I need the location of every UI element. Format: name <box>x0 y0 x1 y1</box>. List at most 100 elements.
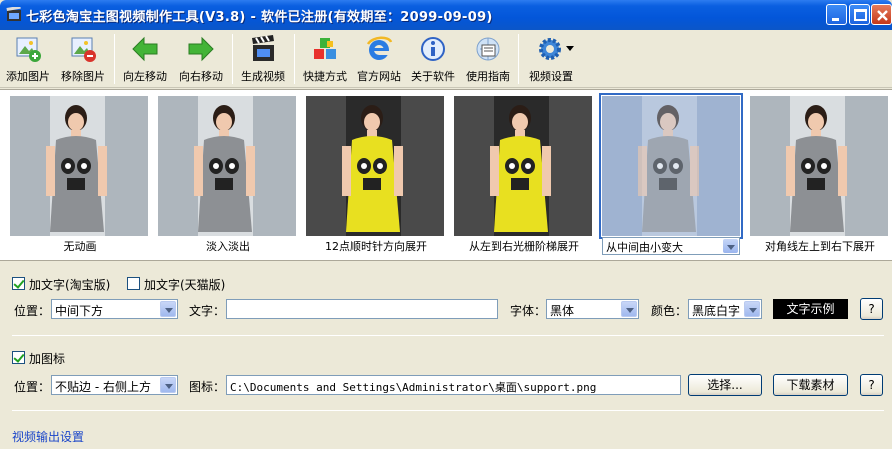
thumbnail-image[interactable] <box>750 96 888 236</box>
toolbar-separator <box>114 34 115 84</box>
add-icon-checkbox[interactable] <box>12 351 25 364</box>
generate-video-button[interactable]: 生成视频 <box>236 32 290 86</box>
add-text-tmall-checkbox[interactable] <box>127 277 140 290</box>
cubes-icon <box>314 38 336 59</box>
thumbnail-caption: 从左到右光栅阶梯展开 <box>469 240 579 253</box>
thumbnail-image[interactable] <box>306 96 444 236</box>
move-right-label: 向右移动 <box>179 70 223 83</box>
video-output-settings-link[interactable]: 视频输出设置 <box>12 428 84 445</box>
dropdown-arrow-icon <box>621 301 637 317</box>
guide-button[interactable]: 使用指南 <box>460 32 516 86</box>
add-icon-label: 加图标 <box>29 352 66 366</box>
text-help-button[interactable]: ? <box>860 298 883 320</box>
text-position-label: 位置： <box>14 304 51 318</box>
select-icon-button[interactable]: 选择... <box>688 374 762 396</box>
toolbar: 添加图片 移除图片 向左移动 向右移动 生成视频 快捷方式 官方网站 关于软件 … <box>0 30 892 88</box>
icon-path-input[interactable]: C:\Documents and Settings\Administrator\… <box>226 375 681 395</box>
app-icon <box>6 7 21 21</box>
icon-path-label: 图标： <box>189 380 226 394</box>
thumbnail-image[interactable] <box>454 96 592 236</box>
thumbnail-image[interactable] <box>158 96 296 236</box>
thumbnail-caption: 12点顺时针方向展开 <box>325 240 427 253</box>
title-bar: 七彩色淘宝主图视频制作工具(V3.8) - 软件已注册(有效期至：2099-09… <box>0 0 892 30</box>
color-value: 黑底白字 <box>692 304 741 318</box>
minimize-button[interactable] <box>826 4 847 25</box>
arrow-left-icon <box>132 36 158 62</box>
color-select[interactable]: 黑底白字 <box>688 299 762 319</box>
thumbnail-caption: 淡入淡出 <box>206 240 250 253</box>
thumbnail-image[interactable] <box>10 96 148 236</box>
font-label: 字体： <box>510 304 547 318</box>
remove-image-button[interactable]: 移除图片 <box>56 32 110 86</box>
clapperboard-icon <box>252 35 274 61</box>
color-label: 颜色： <box>651 304 688 318</box>
add-image-label: 添加图片 <box>6 70 50 83</box>
guide-label: 使用指南 <box>466 70 510 83</box>
arrow-right-icon <box>188 36 214 62</box>
window-title: 七彩色淘宝主图视频制作工具(V3.8) - 软件已注册(有效期至：2099-09… <box>26 10 493 25</box>
chevron-down-icon <box>566 46 574 51</box>
text-position-select[interactable]: 中间下方 <box>51 299 178 319</box>
settings-panel: 加文字(淘宝版) 加文字(天猫版) 位置： 中间下方 文字： 字体： 黑体 颜色… <box>0 262 892 449</box>
font-select[interactable]: 黑体 <box>546 299 639 319</box>
maximize-icon <box>854 9 867 21</box>
move-left-label: 向左移动 <box>123 70 167 83</box>
add-text-taobao-label: 加文字(淘宝版) <box>29 278 111 292</box>
gear-icon <box>539 38 561 60</box>
thumbnail-image[interactable] <box>599 93 743 239</box>
toolbar-separator <box>232 34 233 84</box>
minimize-icon <box>832 18 839 21</box>
toolbar-separator <box>294 34 295 84</box>
text-content-input[interactable] <box>226 299 498 319</box>
ie-browser-icon <box>366 36 393 60</box>
add-image-button[interactable]: 添加图片 <box>2 32 54 86</box>
thumbnail-caption: 对角线左上到右下展开 <box>765 240 875 253</box>
text-content-label: 文字： <box>189 304 226 318</box>
photo-preview <box>602 96 740 236</box>
thumbnail-caption: 无动画 <box>63 240 97 253</box>
close-button[interactable] <box>871 4 892 25</box>
photo-preview <box>454 96 592 236</box>
video-settings-label: 视频设置 <box>529 70 573 83</box>
generate-video-label: 生成视频 <box>241 70 285 83</box>
shortcut-label: 快捷方式 <box>303 70 347 83</box>
icon-path-value: C:\Documents and Settings\Administrator\… <box>230 381 597 394</box>
icon-position-label: 位置： <box>14 380 51 394</box>
photo-preview <box>10 96 148 236</box>
official-site-button[interactable]: 官方网站 <box>352 32 406 86</box>
photo-preview <box>750 96 888 236</box>
divider <box>12 335 884 336</box>
video-settings-button[interactable]: 视频设置 <box>522 32 580 86</box>
close-icon <box>877 10 888 21</box>
dropdown-arrow-icon <box>160 377 176 393</box>
guide-icon <box>476 37 500 61</box>
icon-help-button[interactable]: ? <box>860 374 883 396</box>
download-assets-button[interactable]: 下载素材 <box>773 374 848 396</box>
transition-select[interactable]: 从中间由小变大 <box>602 237 740 255</box>
icon-position-select[interactable]: 不贴边 - 右侧上方 <box>51 375 178 395</box>
add-image-icon <box>16 37 41 62</box>
toolbar-separator <box>518 34 519 84</box>
maximize-button[interactable] <box>849 4 870 25</box>
move-right-button[interactable]: 向右移动 <box>174 32 228 86</box>
font-value: 黑体 <box>550 304 575 318</box>
icon-position-value: 不贴边 - 右侧上方 <box>55 380 151 394</box>
about-button[interactable]: 关于软件 <box>406 32 460 86</box>
transition-value: 从中间由小变大 <box>606 241 683 254</box>
info-icon <box>421 37 445 61</box>
image-strip: 无动画 淡入淡出 12点顺时针方向展开 从左到右光栅阶梯展开 从中间由小变大 对角线左上到… <box>0 89 892 261</box>
dropdown-arrow-icon <box>723 239 738 253</box>
about-label: 关于软件 <box>411 70 455 83</box>
shortcut-button[interactable]: 快捷方式 <box>298 32 352 86</box>
remove-image-icon <box>71 37 96 62</box>
dropdown-arrow-icon <box>160 301 176 317</box>
remove-image-label: 移除图片 <box>61 70 105 83</box>
dropdown-arrow-icon <box>744 301 760 317</box>
text-sample-preview: 文字示例 <box>773 299 848 319</box>
add-text-taobao-checkbox[interactable] <box>12 277 25 290</box>
photo-preview <box>306 96 444 236</box>
move-left-button[interactable]: 向左移动 <box>118 32 172 86</box>
photo-preview <box>158 96 296 236</box>
official-site-label: 官方网站 <box>357 70 401 83</box>
divider <box>12 410 884 411</box>
